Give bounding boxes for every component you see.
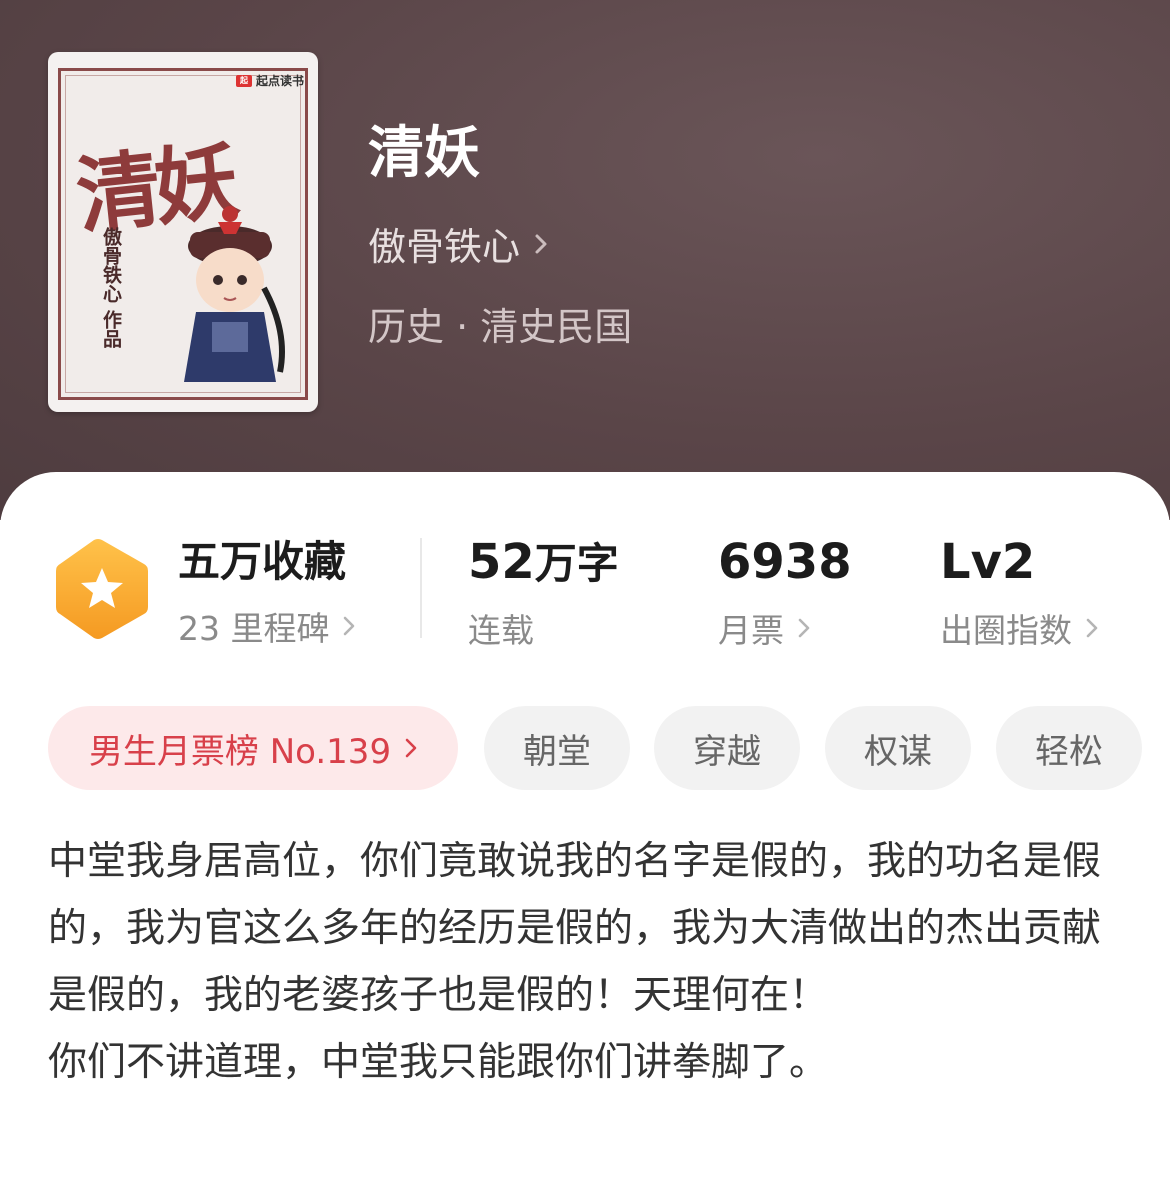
milestone-label: 23 里程碑 xyxy=(178,609,330,648)
word-count-value: 52万字 xyxy=(468,534,619,592)
publisher-logo-icon: 起 xyxy=(235,74,252,87)
cover-character-illustration xyxy=(184,206,285,382)
chevron-right-icon xyxy=(535,234,547,253)
tag-qingsong[interactable]: 轻松 xyxy=(996,706,1142,790)
cover-author-art: 傲骨铁心 作品 xyxy=(100,227,122,348)
chevron-right-icon xyxy=(1086,618,1098,638)
tag-chaotang[interactable]: 朝堂 xyxy=(484,706,630,790)
author-link[interactable]: 傲骨铁心 xyxy=(368,216,548,271)
publisher-logo-text: 起点读书 xyxy=(255,74,304,88)
tag-chuanyue[interactable]: 穿越 xyxy=(654,706,800,790)
chevron-right-icon xyxy=(798,618,810,638)
book-genre: 历史 · 清史民国 xyxy=(368,305,633,349)
stat-favorites[interactable]: 五万收藏 23 里程碑 xyxy=(178,534,355,650)
rank-tag[interactable]: 男生月票榜 No.139 xyxy=(48,706,458,790)
book-title: 清妖 xyxy=(368,121,480,186)
monthly-tickets-value: 6938 xyxy=(718,534,852,590)
stat-word-count: 52万字 连载 xyxy=(468,534,619,652)
synopsis-paragraph: 中堂我身居高位，你们竟敢说我的名字是假的，我的功名是假的，我为官这么多年的经历是… xyxy=(48,839,1102,1018)
stat-popularity-index[interactable]: Lv2 出圈指数 xyxy=(940,534,1098,652)
chevron-right-icon xyxy=(405,738,417,758)
word-count-number: 52 xyxy=(468,534,535,590)
milestone-link[interactable]: 23 里程碑 xyxy=(178,602,355,650)
popularity-index-label: 出圈指数 xyxy=(940,611,1072,650)
stats-divider xyxy=(420,538,422,638)
synopsis-paragraph: 你们不讲道理，中堂我只能跟你们讲拳脚了。 xyxy=(48,1040,829,1085)
book-cover[interactable]: 起 起点读书 清妖 傲骨铁心 作品 xyxy=(48,52,318,412)
book-synopsis[interactable]: 中堂我身居高位，你们竟敢说我的名字是假的，我的功名是假的，我为官这么多年的经历是… xyxy=(48,828,1128,1096)
word-count-unit: 万字 xyxy=(534,539,619,588)
publisher-logo: 起 起点读书 xyxy=(235,72,304,89)
author-name: 傲骨铁心 xyxy=(368,225,521,269)
serial-status: 连载 xyxy=(468,611,534,650)
star-badge-icon xyxy=(56,539,148,639)
chevron-right-icon xyxy=(344,616,355,636)
favorites-value: 五万收藏 xyxy=(178,537,347,586)
monthly-tickets-label: 月票 xyxy=(718,611,784,650)
rank-tag-label: 男生月票榜 No.139 xyxy=(88,731,392,772)
popularity-index-value: Lv2 xyxy=(940,534,1036,590)
tag-quanmou[interactable]: 权谋 xyxy=(825,706,971,790)
stat-monthly-tickets[interactable]: 6938 月票 xyxy=(718,534,852,652)
